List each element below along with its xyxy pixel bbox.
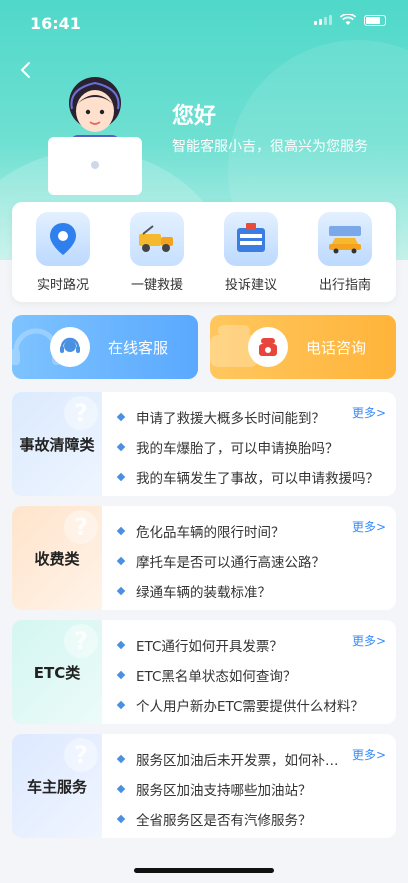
status-icons bbox=[314, 14, 386, 26]
faq-question[interactable]: 个人用户新办ETC需要提供什么材料？ bbox=[102, 690, 396, 720]
diamond-bullet-icon bbox=[116, 526, 126, 536]
diamond-bullet-icon bbox=[116, 814, 126, 824]
faq-category[interactable]: ? 车主服务 bbox=[12, 734, 102, 838]
faq-question[interactable]: 全省服务区是否有汽修服务？ bbox=[102, 804, 396, 834]
faq-list: 更多> ETC通行如何开具发票？ ETC黑名单状态如何查询？ 个人用户新办ETC… bbox=[102, 620, 396, 724]
diamond-bullet-icon bbox=[116, 412, 126, 422]
diamond-bullet-icon bbox=[116, 640, 126, 650]
faq-question-text: 全省服务区是否有汽修服务？ bbox=[136, 813, 312, 829]
diamond-bullet-icon bbox=[116, 442, 126, 452]
faq-category-label: 事故清障类 bbox=[19, 435, 95, 454]
diamond-bullet-icon bbox=[116, 670, 126, 680]
map-pin-icon bbox=[36, 211, 90, 266]
faq-card-accident: ? 事故清障类 更多> 申请了救援大概多长时间能到？ 我的车爆胎了，可以申请换胎… bbox=[12, 392, 396, 496]
status-bar: 16:41 bbox=[0, 0, 408, 44]
more-link[interactable]: 更多> bbox=[352, 632, 386, 649]
quick-actions: 实时路况 一键救援 投诉建议 出行指南 bbox=[12, 202, 396, 302]
diamond-bullet-icon bbox=[116, 472, 126, 482]
faq-card-toll: ? 收费类 更多> 危化品车辆的限行时间？ 摩托车是否可以通行高速公路？ 绿通车… bbox=[12, 506, 396, 610]
greeting-title: 您好 bbox=[172, 104, 217, 129]
faq-card-etc: ? ETC类 更多> ETC通行如何开具发票？ ETC黑名单状态如何查询？ 个人… bbox=[12, 620, 396, 724]
quick-label: 投诉建议 bbox=[224, 277, 277, 293]
greeting-subtitle: 智能客服小吉，很高兴为您服务 bbox=[172, 139, 368, 155]
faq-question-text: ETC通行如何开具发票？ bbox=[136, 639, 283, 655]
online-service-button[interactable]: 在线客服 bbox=[12, 315, 198, 379]
faq-question-text: ETC黑名单状态如何查询？ bbox=[136, 669, 297, 685]
faq-question-text: 服务区加油后未开发票，如何补开？ bbox=[136, 753, 346, 769]
agent-avatar bbox=[40, 75, 150, 195]
faq-category[interactable]: ? ETC类 bbox=[12, 620, 102, 724]
faq-list: 更多> 申请了救援大概多长时间能到？ 我的车爆胎了，可以申请换胎吗？ 我的车辆发… bbox=[102, 392, 396, 496]
faq-question[interactable]: 绿通车辆的装载标准？ bbox=[102, 576, 396, 606]
tow-truck-icon bbox=[130, 211, 184, 266]
faq-list: 更多> 危化品车辆的限行时间？ 摩托车是否可以通行高速公路？ 绿通车辆的装载标准… bbox=[102, 506, 396, 610]
phone-consult-button[interactable]: 电话咨询 bbox=[210, 315, 396, 379]
quick-label: 一键救援 bbox=[130, 277, 183, 293]
diamond-bullet-icon bbox=[116, 556, 126, 566]
quick-item-feedback[interactable]: 投诉建议 bbox=[211, 211, 291, 293]
phone-consult-label: 电话咨询 bbox=[306, 339, 367, 357]
cellular-signal-icon bbox=[314, 15, 332, 25]
diamond-bullet-icon bbox=[116, 700, 126, 710]
faq-question-text: 我的车辆发生了事故，可以申请救援吗？ bbox=[136, 471, 379, 487]
question-mark-icon: ? bbox=[64, 396, 98, 430]
question-mark-icon: ? bbox=[64, 510, 98, 544]
faq-category-label: 车主服务 bbox=[26, 777, 87, 796]
faq-list: 更多> 服务区加油后未开发票，如何补开？ 服务区加油支持哪些加油站？ 全省服务区… bbox=[102, 734, 396, 838]
feedback-icon bbox=[224, 211, 278, 266]
status-time: 16:41 bbox=[30, 14, 81, 33]
diamond-bullet-icon bbox=[116, 586, 126, 596]
faq-question[interactable]: 我的车辆发生了事故，可以申请救援吗？ bbox=[102, 462, 396, 492]
home-indicator[interactable] bbox=[134, 868, 274, 873]
quick-item-rescue[interactable]: 一键救援 bbox=[117, 211, 197, 293]
faq-question[interactable]: 服务区加油支持哪些加油站？ bbox=[102, 774, 396, 804]
wifi-icon bbox=[340, 14, 356, 25]
faq-question[interactable]: ETC黑名单状态如何查询？ bbox=[102, 660, 396, 690]
more-link[interactable]: 更多> bbox=[352, 746, 386, 763]
quick-label: 实时路况 bbox=[36, 277, 89, 293]
agent-illustration bbox=[48, 77, 142, 195]
online-service-label: 在线客服 bbox=[108, 339, 169, 357]
quick-item-traffic[interactable]: 实时路况 bbox=[23, 211, 103, 293]
faq-category[interactable]: ? 事故清障类 bbox=[12, 392, 102, 496]
faq-question-text: 个人用户新办ETC需要提供什么材料？ bbox=[136, 699, 364, 715]
quick-item-guide[interactable]: 出行指南 bbox=[305, 211, 385, 293]
quick-label: 出行指南 bbox=[318, 277, 371, 293]
faq-category-label: ETC类 bbox=[33, 663, 81, 682]
diamond-bullet-icon bbox=[116, 784, 126, 794]
telephone-icon bbox=[248, 327, 288, 367]
headset-icon bbox=[50, 327, 90, 367]
faq-card-owner: ? 车主服务 更多> 服务区加油后未开发票，如何补开？ 服务区加油支持哪些加油站… bbox=[12, 734, 396, 838]
faq-question[interactable]: 摩托车是否可以通行高速公路？ bbox=[102, 546, 396, 576]
faq-question-text: 我的车爆胎了，可以申请换胎吗？ bbox=[136, 441, 339, 457]
faq-question-text: 申请了救援大概多长时间能到？ bbox=[136, 411, 325, 427]
battery-icon bbox=[364, 14, 386, 26]
faq-question-text: 摩托车是否可以通行高速公路？ bbox=[136, 555, 325, 571]
more-link[interactable]: 更多> bbox=[352, 518, 386, 535]
faq-question-text: 服务区加油支持哪些加油站？ bbox=[136, 783, 312, 799]
question-mark-icon: ? bbox=[64, 738, 98, 772]
question-mark-icon: ? bbox=[64, 624, 98, 658]
more-link[interactable]: 更多> bbox=[352, 404, 386, 421]
car-guide-icon bbox=[318, 211, 372, 266]
faq-question[interactable]: 我的车爆胎了，可以申请换胎吗？ bbox=[102, 432, 396, 462]
faq-category[interactable]: ? 收费类 bbox=[12, 506, 102, 610]
diamond-bullet-icon bbox=[116, 754, 126, 764]
back-arrow-icon[interactable] bbox=[16, 60, 36, 80]
faq-question-text: 绿通车辆的装载标准？ bbox=[136, 585, 271, 601]
faq-category-label: 收费类 bbox=[34, 549, 80, 568]
faq-question-text: 危化品车辆的限行时间？ bbox=[136, 525, 285, 541]
